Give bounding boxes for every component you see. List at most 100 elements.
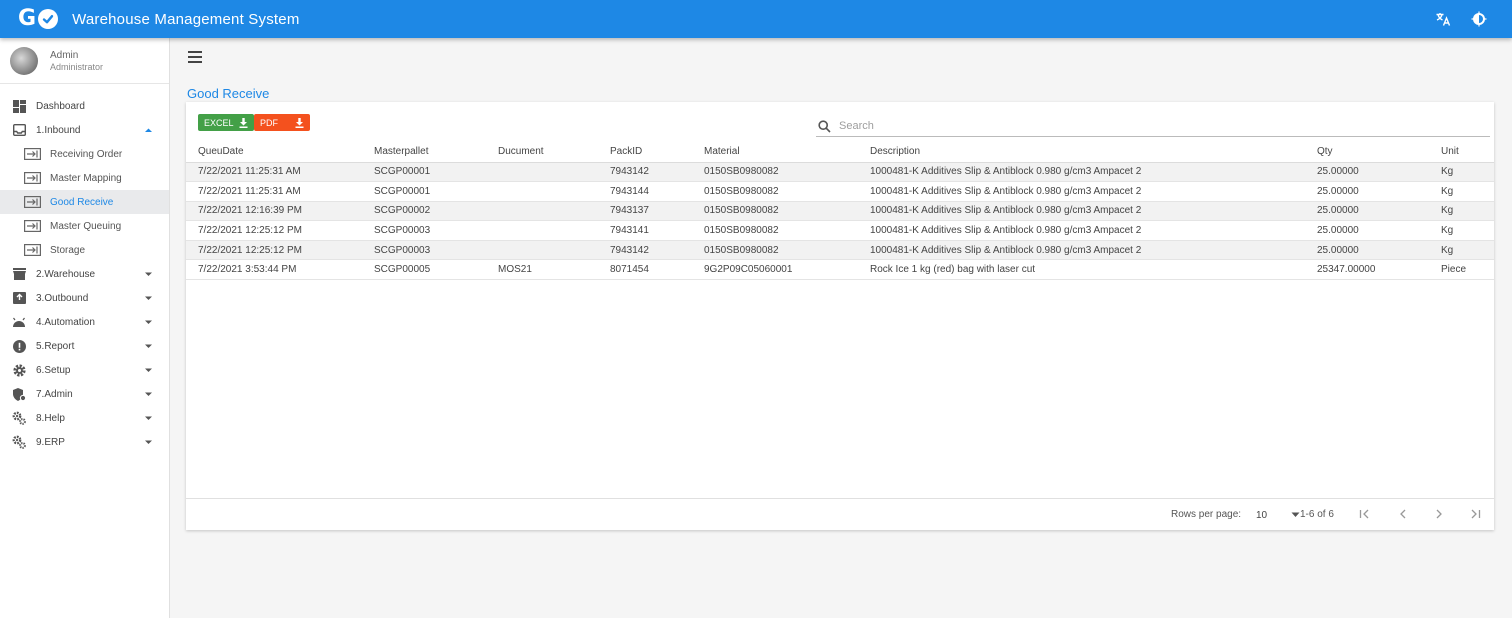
table-cell: Kg	[1429, 181, 1494, 202]
table-cell: 25.00000	[1305, 162, 1429, 183]
table-cell: Kg	[1429, 201, 1494, 222]
export-excel-button[interactable]: EXCEL	[198, 114, 254, 131]
column-header-packid[interactable]: PackID	[598, 142, 692, 163]
table-row[interactable]: 7/22/2021 12:25:12 PM SCGP00003 7943141 …	[186, 220, 1494, 241]
table-row[interactable]: 7/22/2021 3:53:44 PM SCGP00005 MOS21 807…	[186, 259, 1494, 281]
table-cell: 7/22/2021 12:25:12 PM	[186, 240, 362, 261]
table-cell	[486, 162, 598, 183]
column-header-unit[interactable]: Unit	[1429, 142, 1494, 163]
sidebar-item-label: Receiving Order	[50, 148, 123, 160]
table-cell: 7943141	[598, 220, 692, 241]
search-icon	[818, 119, 831, 133]
sidebar-item-dashboard[interactable]: Dashboard	[0, 94, 169, 118]
table-cell: 7/22/2021 11:25:31 AM	[186, 181, 362, 202]
sidebar-item-report[interactable]: 5.Report	[0, 334, 169, 358]
sidebar-item-label: 4.Automation	[36, 316, 95, 328]
table-cell: 8071454	[598, 259, 692, 281]
table-cell: 1000481-K Additives Slip & Antiblock 0.9…	[858, 220, 1305, 241]
good-receive-table: QueuDate Masterpallet Ducument PackID Ma…	[186, 142, 1494, 281]
column-header-ducument[interactable]: Ducument	[486, 142, 598, 163]
user-profile[interactable]: Admin Administrator	[0, 38, 169, 84]
user-role: Administrator	[50, 61, 104, 72]
gears-icon	[11, 434, 27, 450]
table-cell	[486, 181, 598, 202]
store-icon	[11, 266, 27, 282]
sidebar-item-label: 8.Help	[36, 412, 65, 424]
arrow-into-box-icon	[23, 147, 41, 161]
sidebar-item-setup[interactable]: 6.Setup	[0, 358, 169, 382]
sidebar-item-admin[interactable]: 7.Admin	[0, 382, 169, 406]
chevron-down-icon	[145, 416, 152, 420]
app-header: G Warehouse Management System	[0, 0, 1512, 38]
column-header-material[interactable]: Material	[692, 142, 858, 163]
sidebar-item-label: 7.Admin	[36, 388, 73, 400]
theme-toggle-icon[interactable]	[1470, 10, 1488, 28]
next-page-button[interactable]	[1432, 507, 1446, 521]
sidebar-item-storage[interactable]: Storage	[0, 238, 169, 262]
menu-toggle-button[interactable]	[188, 51, 202, 63]
table-row[interactable]: 7/22/2021 11:25:31 AM SCGP00001 7943144 …	[186, 181, 1494, 202]
sidebar-item-good-receive[interactable]: Good Receive	[0, 190, 169, 214]
sidebar-item-master-mapping[interactable]: Master Mapping	[0, 166, 169, 190]
gears-icon	[11, 410, 27, 426]
table-cell: 0150SB0980082	[692, 220, 858, 241]
download-icon	[239, 117, 248, 128]
table-cell: 1000481-K Additives Slip & Antiblock 0.9…	[858, 240, 1305, 261]
rows-per-page-select[interactable]: 10	[1256, 508, 1300, 522]
table-cell: 7943142	[598, 240, 692, 261]
table-cell: SCGP00001	[362, 162, 486, 183]
sidebar-item-label: Dashboard	[36, 100, 85, 112]
sidebar-item-outbound[interactable]: 3.Outbound	[0, 286, 169, 310]
search-field[interactable]	[816, 116, 1490, 137]
translate-icon[interactable]	[1434, 10, 1452, 28]
export-pdf-button[interactable]: PDF	[254, 114, 310, 131]
excel-button-label: EXCEL	[204, 117, 234, 128]
table-cell: 0150SB0980082	[692, 181, 858, 202]
search-input[interactable]	[839, 120, 1439, 132]
table-cell: SCGP00001	[362, 181, 486, 202]
table-row[interactable]: 7/22/2021 11:25:31 AM SCGP00001 7943142 …	[186, 162, 1494, 183]
table-cell: SCGP00003	[362, 220, 486, 241]
sidebar-item-inbound[interactable]: 1.Inbound	[0, 118, 169, 142]
chevron-down-icon	[145, 368, 152, 372]
sidebar-item-erp[interactable]: 9.ERP	[0, 430, 169, 454]
last-page-button[interactable]	[1468, 507, 1482, 521]
column-header-description[interactable]: Description	[858, 142, 1305, 163]
sidebar-item-label: 9.ERP	[36, 436, 65, 448]
table-row[interactable]: 7/22/2021 12:16:39 PM SCGP00002 7943137 …	[186, 201, 1494, 222]
gear-icon	[11, 362, 27, 378]
chevron-down-icon	[145, 272, 152, 276]
arrow-into-box-icon	[23, 171, 41, 185]
check-icon	[38, 9, 59, 29]
outbox-icon	[11, 290, 27, 306]
inbox-icon	[11, 122, 27, 138]
table-cell: Kg	[1429, 220, 1494, 241]
table-cell: SCGP00005	[362, 259, 486, 281]
chevron-down-icon	[145, 392, 152, 396]
table-cell: 1000481-K Additives Slip & Antiblock 0.9…	[858, 181, 1305, 202]
previous-page-button[interactable]	[1396, 507, 1410, 521]
sidebar-item-label: Master Queuing	[50, 220, 122, 232]
column-header-masterpallet[interactable]: Masterpallet	[362, 142, 486, 163]
chevron-left-icon	[1400, 509, 1406, 519]
app-logo[interactable]: G	[18, 8, 59, 30]
sidebar-nav: Dashboard 1.Inbound Receiving Order Mast…	[0, 84, 169, 454]
table-cell: Piece	[1429, 259, 1494, 281]
table-cell: Kg	[1429, 240, 1494, 261]
sidebar-item-automation[interactable]: 4.Automation	[0, 310, 169, 334]
column-header-qty[interactable]: Qty	[1305, 142, 1429, 163]
table-cell: 1000481-K Additives Slip & Antiblock 0.9…	[858, 162, 1305, 183]
sidebar-item-label: 3.Outbound	[36, 292, 89, 304]
sidebar-item-help[interactable]: 8.Help	[0, 406, 169, 430]
admin-icon	[11, 386, 27, 402]
table-cell: 25.00000	[1305, 201, 1429, 222]
table-row[interactable]: 7/22/2021 12:25:12 PM SCGP00003 7943142 …	[186, 240, 1494, 261]
first-page-button[interactable]	[1358, 507, 1372, 521]
sidebar-item-label: Good Receive	[50, 196, 114, 208]
sidebar-item-warehouse[interactable]: 2.Warehouse	[0, 262, 169, 286]
sidebar-item-receiving-order[interactable]: Receiving Order	[0, 142, 169, 166]
column-header-queudate[interactable]: QueuDate	[186, 142, 362, 163]
sidebar-item-master-queuing[interactable]: Master Queuing	[0, 214, 169, 238]
sidebar: Admin Administrator Dashboard 1.Inbound …	[0, 38, 170, 618]
table-cell: 25.00000	[1305, 220, 1429, 241]
